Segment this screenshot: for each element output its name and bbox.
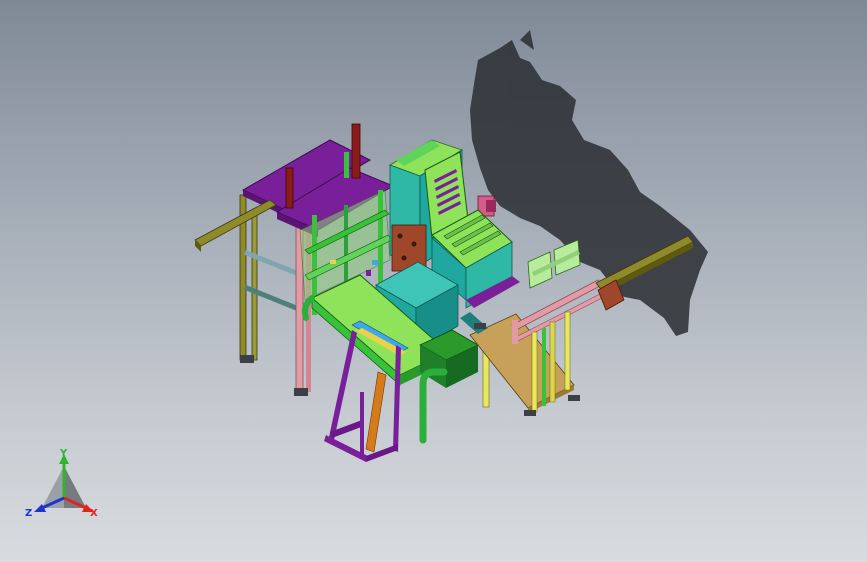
post-short <box>285 167 294 209</box>
stand-post-back <box>360 392 364 458</box>
left-arm[interactable] <box>194 199 277 252</box>
orange-brace <box>365 371 387 453</box>
y-axis-label: Y <box>59 448 68 459</box>
pink-bracket <box>512 320 518 344</box>
foot-mid <box>474 323 486 329</box>
right-leg-2 <box>549 321 556 403</box>
x-axis-label: X <box>90 508 98 519</box>
assembly-model-view[interactable] <box>0 0 867 562</box>
foot-right-2 <box>568 395 580 401</box>
right-leg-3 <box>564 311 571 391</box>
right-brackets <box>527 239 581 289</box>
housing-bolt-2 <box>411 241 417 247</box>
left-arm-beam <box>194 199 277 247</box>
z-axis-label: Z <box>25 508 32 519</box>
pink-foot <box>294 388 308 396</box>
orientation-triad[interactable]: Y X Z <box>24 448 104 522</box>
housing-bolt-3 <box>401 255 407 261</box>
post-tall <box>351 123 361 179</box>
right-leg-green <box>542 328 546 406</box>
left-foot <box>240 355 254 363</box>
foot-right-1 <box>524 410 536 416</box>
motor-cap <box>486 200 496 212</box>
right-leg-1 <box>531 331 538 413</box>
post-green <box>344 152 349 178</box>
left-leg-mid <box>251 209 258 361</box>
housing-bolt-1 <box>397 233 403 239</box>
cad-viewport[interactable]: Y X Z <box>0 0 867 562</box>
